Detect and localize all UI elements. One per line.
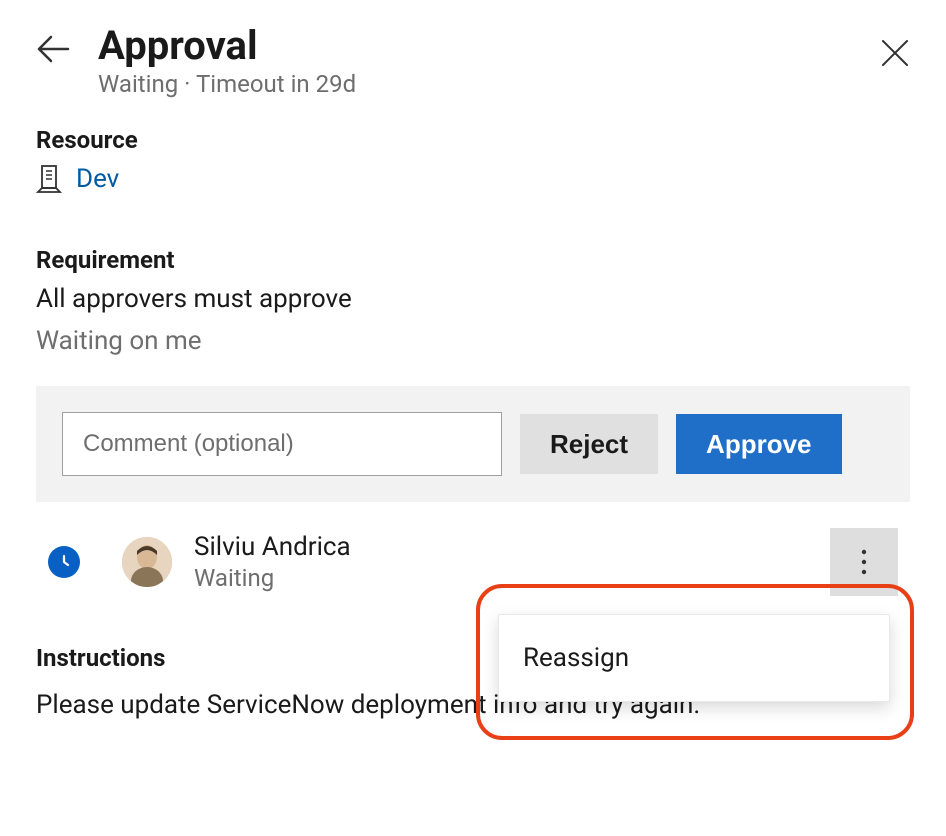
action-bar: Reject Approve: [36, 386, 910, 502]
page-title: Approval: [98, 24, 880, 68]
waiting-on-me: Waiting on me: [36, 326, 910, 356]
approver-row: Silviu Andrica Waiting: [36, 520, 910, 604]
approver-name: Silviu Andrica: [194, 532, 830, 563]
comment-input[interactable]: [62, 412, 502, 476]
close-button[interactable]: [880, 38, 910, 72]
avatar: [122, 537, 172, 587]
reject-button[interactable]: Reject: [520, 414, 658, 474]
resource-heading: Resource: [36, 126, 910, 154]
approve-button[interactable]: Approve: [676, 414, 841, 474]
server-icon: [36, 164, 62, 194]
reassign-menu-item[interactable]: Reassign: [523, 643, 865, 673]
clock-icon: [48, 546, 80, 578]
requirement-heading: Requirement: [36, 246, 910, 274]
resource-link[interactable]: Dev: [76, 164, 119, 194]
approver-status: Waiting: [194, 564, 830, 592]
back-button[interactable]: [36, 34, 70, 68]
more-options-button[interactable]: [830, 528, 898, 596]
page-subtitle: Waiting · Timeout in 29d: [98, 70, 880, 98]
context-menu: Reassign: [498, 614, 890, 702]
requirement-text: All approvers must approve: [36, 284, 910, 314]
